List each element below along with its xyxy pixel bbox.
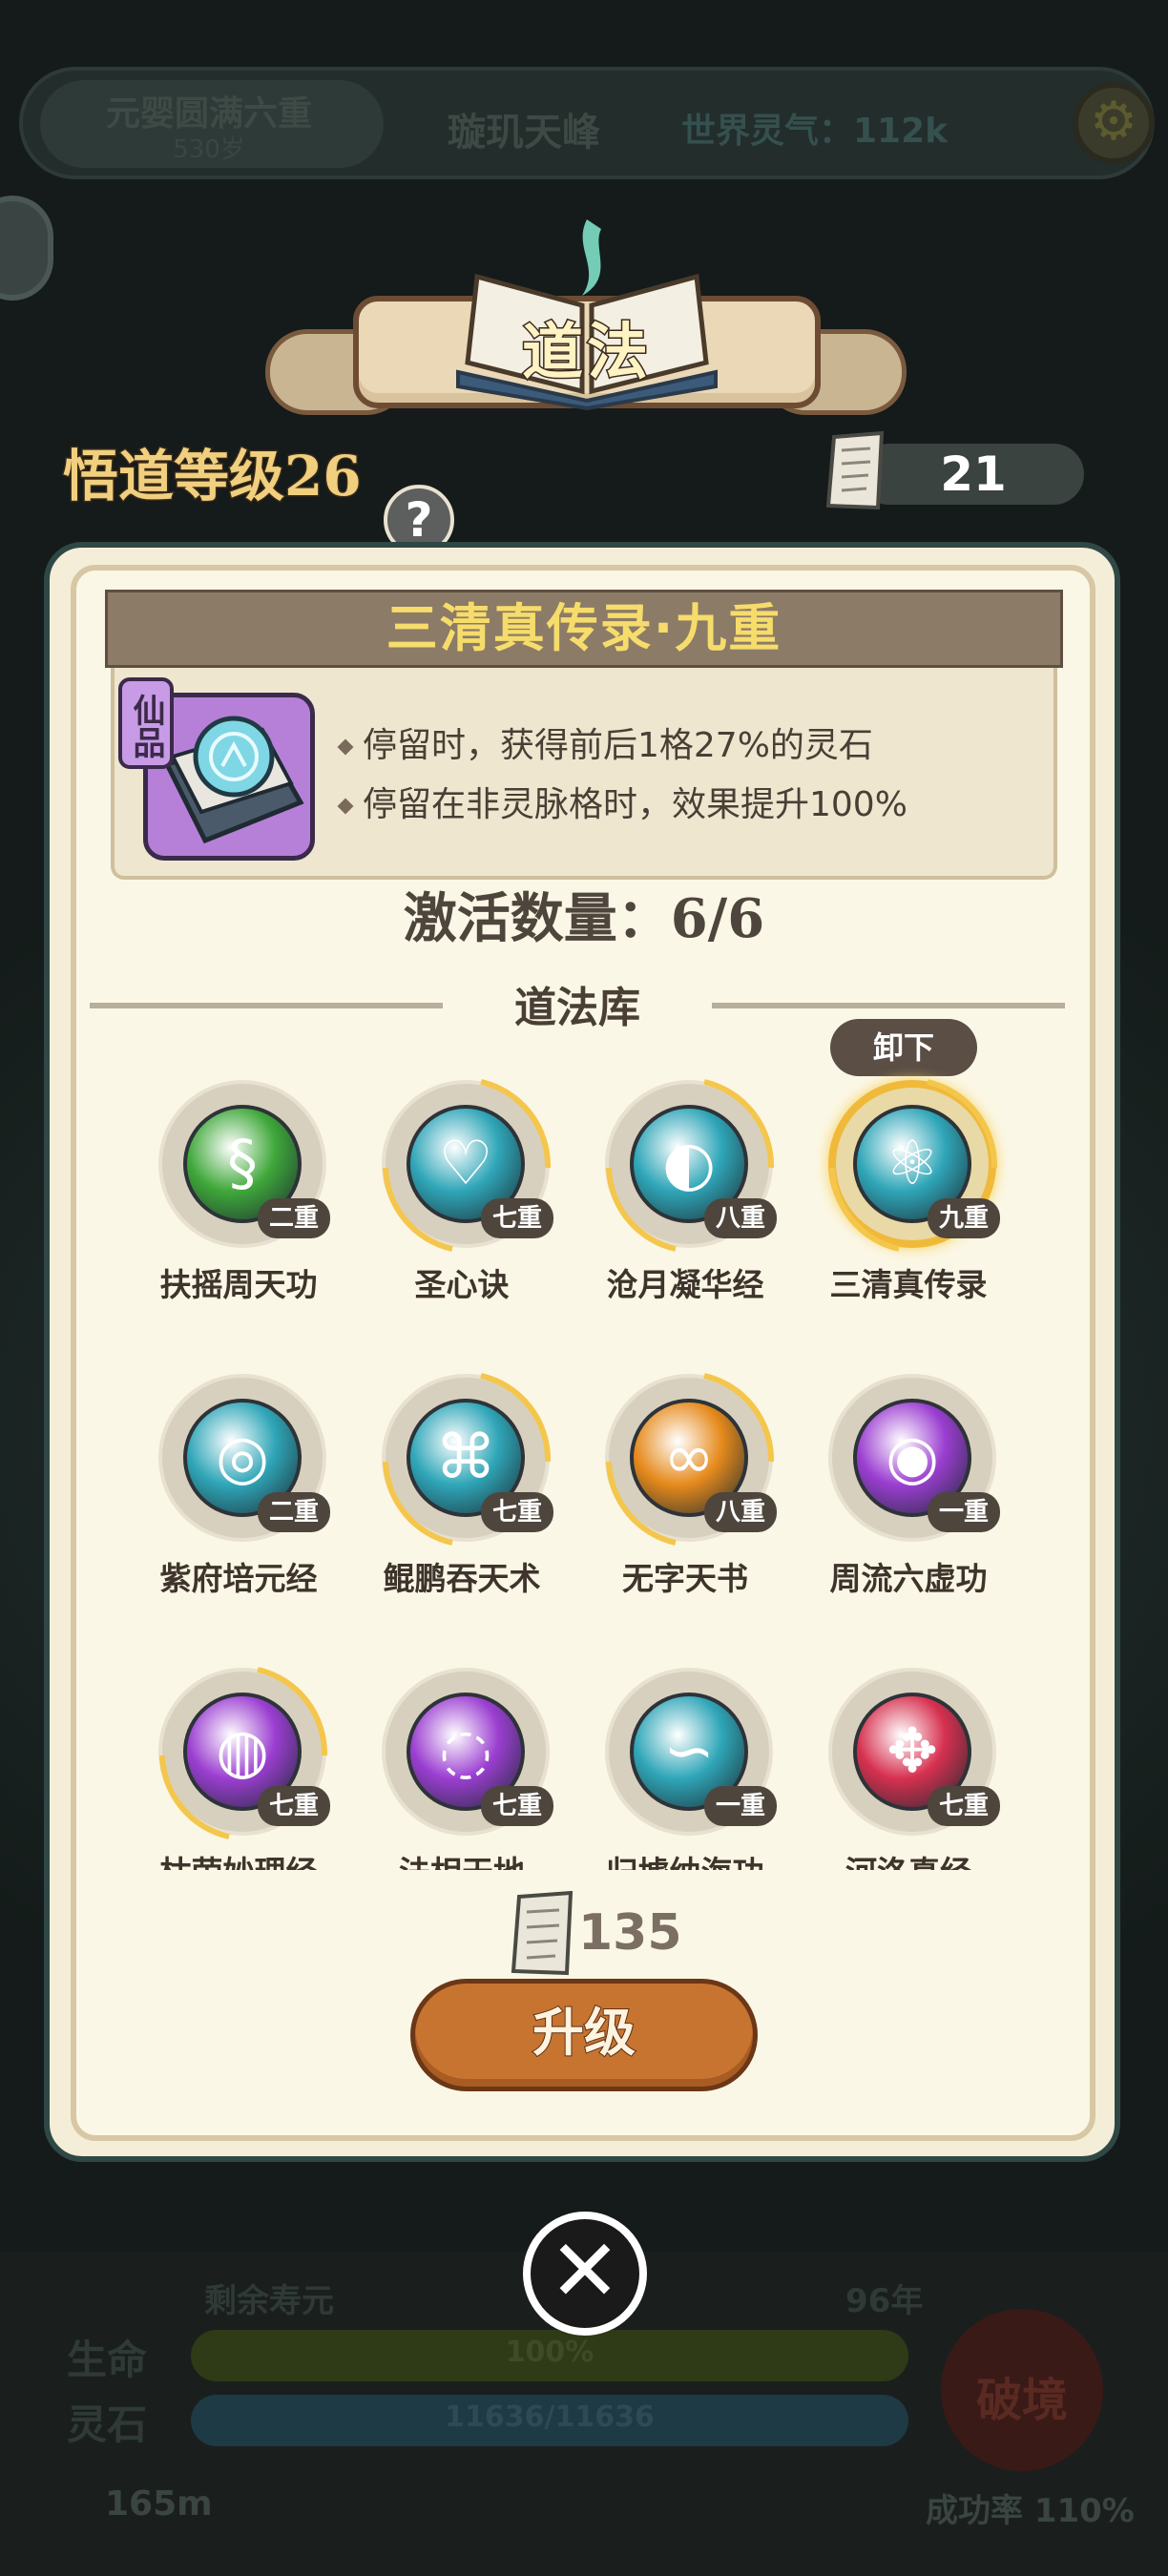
spirit-value: 11636/11636 [445, 2400, 655, 2434]
hp-label: 生命 [67, 2337, 148, 2383]
skill-level-badge: 八重 [704, 1492, 777, 1532]
skill-name-label: 圣心诀 [414, 1266, 510, 1303]
skill-level-badge: 七重 [481, 1492, 553, 1532]
skill-slot[interactable]: ◌七重法相天地 [357, 1668, 567, 1870]
skill-name-label: 周流六虚功 [829, 1560, 988, 1597]
skill-level-badge: 一重 [928, 1492, 1000, 1532]
skill-slot[interactable]: ⚛ 九重 三清真传录 [803, 1079, 1013, 1328]
skill-library-grid: § 二重 扶摇周天功 ♡ 七重 圣心诀 ◐ 八重 沧月凝华经 ⚛ 九重 三清真传录 ◎ 二重 紫府培元经 ⌘ 七… [0, 0, 1168, 1660]
skill-name-label: 法相天地 [347, 1847, 576, 1870]
skill-name-label: 河洛真经 [794, 1847, 1023, 1870]
spirit-label: 灵石 [67, 2401, 148, 2448]
hp-value: 100% [505, 2336, 594, 2369]
skill-name-label: 无字天书 [622, 1560, 748, 1597]
skill-name-label: 归墟纳海功 [571, 1847, 800, 1870]
skill-level-badge: 二重 [258, 1198, 330, 1238]
skill-level-badge: 一重 [704, 1786, 777, 1826]
skill-level-badge: 七重 [481, 1786, 553, 1826]
skill-name-label: 扶摇周天功 [159, 1266, 318, 1303]
skill-name-label: 枯荣妙理经 [124, 1847, 353, 1870]
skill-name-label: 鲲鹏吞天术 [383, 1560, 541, 1597]
breakthrough-button[interactable]: 破境 [941, 2309, 1103, 2471]
skill-level-badge: 七重 [258, 1786, 330, 1826]
skill-name-label: 三清真传录 [829, 1266, 988, 1303]
distance-label: 165m [105, 2484, 213, 2524]
skill-level-badge: 九重 [928, 1198, 1000, 1238]
success-rate-label: 成功率 110% [926, 2492, 1135, 2530]
skill-name-label: 沧月凝华经 [606, 1266, 764, 1303]
skill-slot[interactable]: § 二重 扶摇周天功 [134, 1080, 344, 1328]
scroll-icon [508, 1890, 578, 1977]
skill-slot[interactable]: ◉ 一重 周流六虚功 [803, 1374, 1013, 1622]
skill-slot[interactable]: ⌘ 七重 鲲鹏吞天术 [357, 1373, 567, 1622]
skill-level-badge: 七重 [481, 1198, 553, 1238]
skill-library-row-clipped: ◍七重枯荣妙理经◌七重法相天地∽一重归墟纳海功✥七重河洛真经 [86, 1660, 1078, 1870]
skill-slot[interactable]: ∞ 八重 无字天书 [580, 1373, 790, 1622]
skill-level-badge: 二重 [258, 1492, 330, 1532]
skill-slot[interactable]: ∽一重归墟纳海功 [580, 1668, 790, 1870]
skill-slot[interactable]: ◍七重枯荣妙理经 [134, 1667, 344, 1870]
upgrade-button[interactable]: 升级 [410, 1979, 758, 2091]
close-icon[interactable]: ✕ [523, 2212, 647, 2336]
skill-slot[interactable]: ✥七重河洛真经 [803, 1668, 1013, 1870]
skill-slot[interactable]: ◎ 二重 紫府培元经 [134, 1374, 344, 1622]
lifespan-value: 96年 [845, 2282, 924, 2320]
upgrade-cost-value: 135 [578, 1904, 682, 1962]
skill-slot[interactable]: ◐ 八重 沧月凝华经 [580, 1079, 790, 1328]
lifespan-label: 剩余寿元 [204, 2282, 334, 2320]
skill-level-badge: 七重 [928, 1786, 1000, 1826]
skill-slot[interactable]: ♡ 七重 圣心诀 [357, 1079, 567, 1328]
skill-name-label: 紫府培元经 [159, 1560, 318, 1597]
skill-level-badge: 八重 [704, 1198, 777, 1238]
breakthrough-label: 破境 [975, 2374, 1068, 2427]
